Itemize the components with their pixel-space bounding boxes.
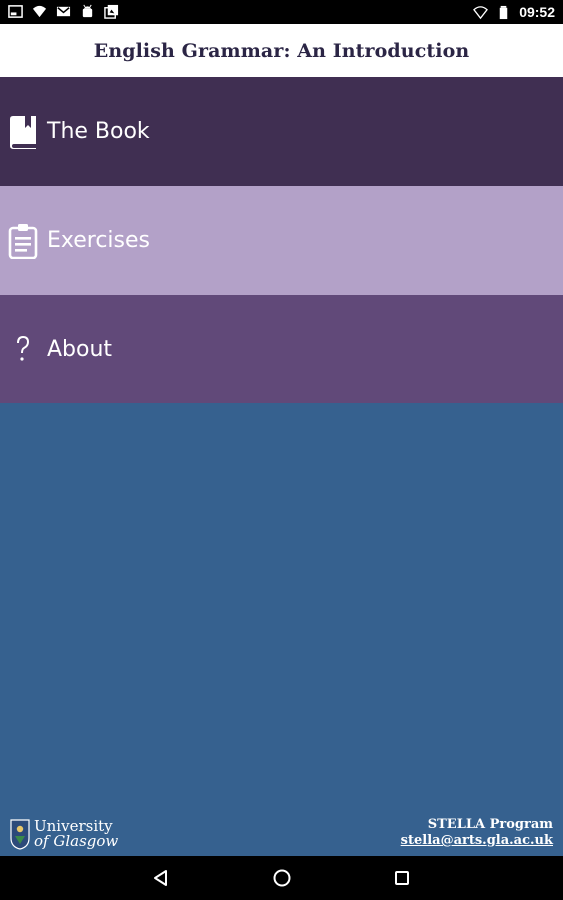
battery-icon — [499, 5, 508, 19]
back-button[interactable] — [149, 866, 173, 890]
crest-icon — [10, 819, 30, 850]
university-line2: of Glasgow — [34, 832, 119, 850]
wifi-icon — [473, 5, 489, 19]
email-link[interactable]: stella@arts.gla.ac.uk — [401, 833, 553, 849]
recents-icon — [395, 871, 409, 885]
home-button[interactable] — [270, 866, 294, 890]
content-area — [0, 403, 563, 856]
status-bar: 09:52 — [0, 0, 563, 24]
book-icon — [6, 113, 40, 151]
program-name: STELLA Program — [427, 817, 553, 832]
photos-icon — [104, 4, 119, 19]
menu-item-about[interactable]: About — [0, 295, 563, 403]
home-icon — [273, 869, 291, 887]
clock: 09:52 — [519, 4, 555, 20]
navigation-bar — [0, 856, 563, 900]
menu-item-label: Exercises — [47, 228, 151, 253]
university-name: University of Glasgow — [34, 819, 118, 849]
clipboard-icon — [6, 222, 40, 260]
page-title: English Grammar: An Introduction — [93, 39, 470, 62]
gmail-icon — [56, 6, 71, 17]
menu-item-the-book[interactable]: The Book — [0, 77, 563, 186]
back-icon — [154, 870, 167, 886]
university-logo[interactable]: University of Glasgow — [10, 818, 118, 850]
menu-item-label: About — [47, 336, 113, 362]
recents-button[interactable] — [390, 866, 414, 890]
system-icons: 09:52 — [473, 3, 555, 21]
question-icon — [6, 330, 40, 368]
screenshot-icon — [8, 5, 23, 18]
app-header: English Grammar: An Introduction — [0, 24, 563, 77]
stella-credit: STELLA Program stella@arts.gla.ac.uk — [401, 817, 553, 849]
menu-item-label: The Book — [47, 119, 150, 144]
wifi-notification-icon — [32, 5, 47, 18]
menu-item-exercises[interactable]: Exercises — [0, 186, 563, 295]
notification-icons — [8, 4, 119, 19]
android-icon — [82, 4, 93, 18]
